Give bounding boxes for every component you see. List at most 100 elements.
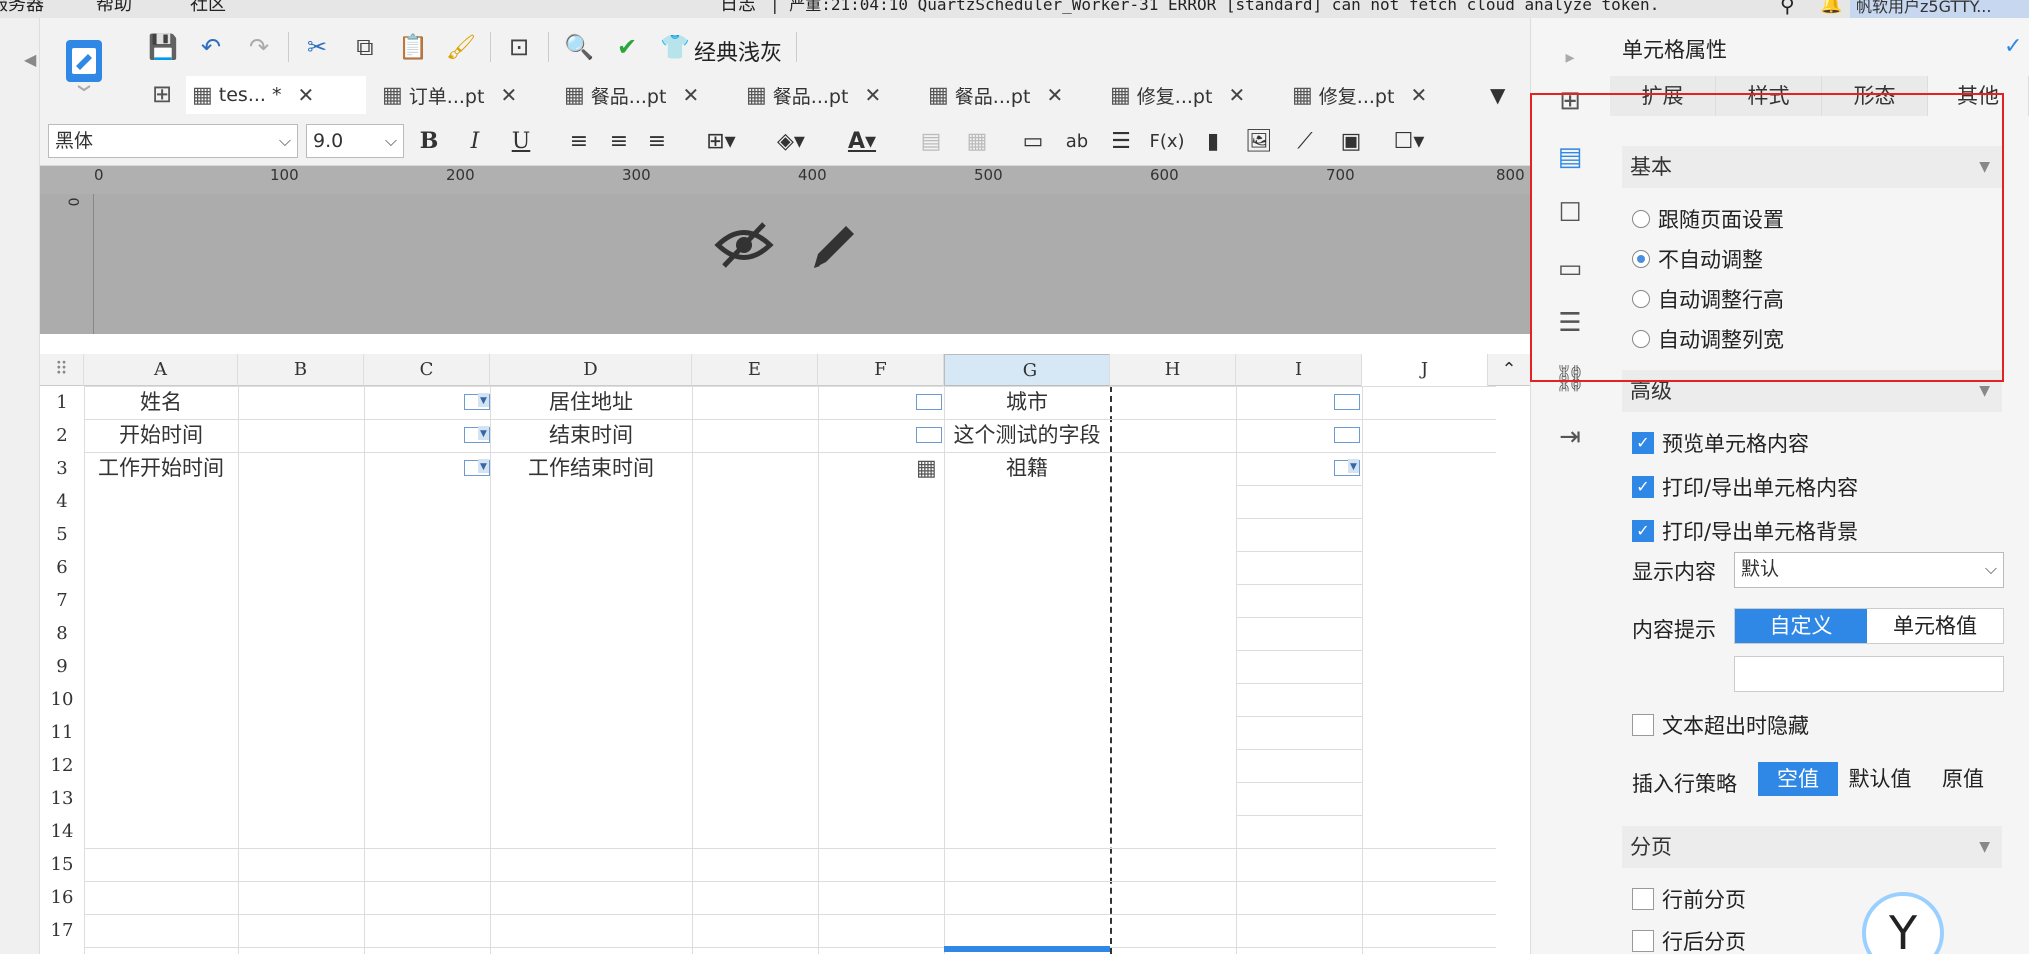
textbox-widget-icon[interactable] xyxy=(916,394,942,410)
check-page-before-row[interactable]: 行前分页 xyxy=(1632,884,1746,914)
cell-d1[interactable]: 居住地址 xyxy=(490,386,692,418)
row-header-17[interactable]: 17 xyxy=(40,914,84,947)
data-entry-icon[interactable]: ⇥ xyxy=(1553,420,1587,454)
row-header-5[interactable]: 5 xyxy=(40,518,84,551)
insert-row-toggle[interactable]: 空值 默认值 原值 xyxy=(1758,762,2004,798)
hint-custom-option[interactable]: 自定义 xyxy=(1735,609,1867,643)
hide-eye-icon[interactable] xyxy=(714,220,774,274)
tab-tes[interactable]: ▦ tes... * ✕ xyxy=(186,76,366,114)
bold-button[interactable]: B xyxy=(414,126,444,156)
scroll-up-icon[interactable]: ⌃ xyxy=(1488,354,1530,386)
insert-original-option[interactable]: 原值 xyxy=(1922,762,2004,796)
underline-button[interactable]: U xyxy=(506,126,536,156)
close-icon[interactable]: ✕ xyxy=(500,83,517,107)
menu-server[interactable]: 服务器 xyxy=(0,0,44,14)
row-header-3[interactable]: 3 xyxy=(40,452,84,485)
cell-d2[interactable]: 结束时间 xyxy=(490,419,692,451)
border-icon[interactable]: ⊞▾ xyxy=(696,126,746,156)
column-header-e[interactable]: E xyxy=(692,354,818,386)
insert-ab-icon[interactable]: ab xyxy=(1062,126,1092,156)
font-family-select[interactable]: 黑体 ⌵ xyxy=(48,124,298,158)
log-label[interactable]: 日志 xyxy=(720,0,756,14)
close-icon[interactable]: ✕ xyxy=(1046,83,1063,107)
row-header-12[interactable]: 12 xyxy=(40,749,84,782)
menu-community[interactable]: 社区 xyxy=(190,0,226,14)
cell-g2[interactable]: 这个测试的字段 xyxy=(944,419,1110,451)
tab-meal-2[interactable]: ▦ 餐品...pt ✕ xyxy=(746,76,926,114)
cell-a3[interactable]: 工作开始时间 xyxy=(84,452,238,484)
insert-default-option[interactable]: 默认值 xyxy=(1838,762,1922,796)
align-left-icon[interactable]: ≡ xyxy=(564,126,594,156)
format-painter-icon[interactable]: 🖌 xyxy=(444,30,478,64)
confirm-check-icon[interactable]: ✓ xyxy=(2004,34,2022,59)
cut-icon[interactable]: ✂ xyxy=(300,30,334,64)
tab-list-icon[interactable]: ▼ xyxy=(1490,76,1520,114)
row-header-6[interactable]: 6 xyxy=(40,551,84,584)
font-size-select[interactable]: 9.0 ⌵ xyxy=(306,124,404,158)
menu-help[interactable]: 帮助 xyxy=(96,0,132,14)
close-icon[interactable]: ✕ xyxy=(682,83,699,107)
tab-meal-1[interactable]: ▦ 餐品...pt ✕ xyxy=(564,76,744,114)
content-hint-input[interactable] xyxy=(1734,656,2004,692)
fill-color-icon[interactable]: ◈▾ xyxy=(766,126,816,156)
check-page-after-row[interactable]: 行后分页 xyxy=(1632,926,1746,954)
close-icon[interactable]: ✕ xyxy=(298,83,315,107)
dropdown-widget-icon[interactable] xyxy=(1334,459,1360,476)
dropdown-widget-icon[interactable] xyxy=(464,426,490,443)
column-header-d[interactable]: D xyxy=(490,354,692,386)
chart-icon[interactable]: ▮ xyxy=(1198,126,1228,156)
slash-icon[interactable]: ⟋ xyxy=(1290,126,1320,156)
collapse-left-icon[interactable]: ◀ xyxy=(24,50,36,69)
text-box-icon[interactable]: ⊡ xyxy=(502,30,536,64)
textbox-widget-icon[interactable] xyxy=(916,427,942,443)
column-header-f[interactable]: F xyxy=(818,354,944,386)
row-header-10[interactable]: 10 xyxy=(40,683,84,716)
user-account[interactable]: 帆软用户z5GTTY... xyxy=(1850,0,2029,18)
font-color-icon[interactable]: A▾ xyxy=(834,126,890,156)
merge-cells-icon[interactable]: ▤ xyxy=(916,126,946,156)
theme-shirt-icon[interactable]: 👕 xyxy=(658,30,692,64)
cell-a1[interactable]: 姓名 xyxy=(84,386,238,418)
close-icon[interactable]: ✕ xyxy=(864,83,881,107)
frame-icon[interactable]: ☐▾ xyxy=(1384,126,1434,156)
undo-icon[interactable]: ↶ xyxy=(194,30,228,64)
textbox-widget-icon[interactable] xyxy=(1334,394,1360,410)
cell-a2[interactable]: 开始时间 xyxy=(84,419,238,451)
row-header-15[interactable]: 15 xyxy=(40,848,84,881)
dropdown-widget-icon[interactable] xyxy=(464,459,490,476)
row-header-9[interactable]: 9 xyxy=(40,650,84,683)
app-logo-icon[interactable] xyxy=(62,36,106,92)
preview-search-icon[interactable]: 🔍 xyxy=(562,30,596,64)
row-header-11[interactable]: 11 xyxy=(40,716,84,749)
tab-order[interactable]: ▦ 订单...pt ✕ xyxy=(382,76,562,114)
select-all-icon[interactable]: ⠿ xyxy=(40,354,84,386)
row-header-14[interactable]: 14 xyxy=(40,815,84,848)
theme-label[interactable]: 经典浅灰 xyxy=(694,35,782,67)
hint-cell-value-option[interactable]: 单元格值 xyxy=(1867,609,2003,643)
dropdown-widget-icon[interactable] xyxy=(464,393,490,410)
bell-icon[interactable]: 🔔 xyxy=(1820,0,1842,14)
tab-meal-3[interactable]: ▦ 餐品...pt ✕ xyxy=(928,76,1108,114)
insert-list-icon[interactable]: ☰ xyxy=(1106,126,1136,156)
formula-icon[interactable]: F(x) xyxy=(1149,126,1184,156)
row-header-1[interactable]: 1 xyxy=(40,386,84,419)
display-content-select[interactable]: 默认 ⌵ xyxy=(1734,552,2004,588)
align-right-icon[interactable]: ≡ xyxy=(642,126,672,156)
column-header-j[interactable]: J xyxy=(1362,354,1488,386)
column-header-c[interactable]: C xyxy=(364,354,490,386)
row-header-13[interactable]: 13 xyxy=(40,782,84,815)
textbox-widget-icon[interactable] xyxy=(1334,427,1360,443)
check-preview-content[interactable]: ✓ 预览单元格内容 xyxy=(1632,428,1809,458)
save-icon[interactable]: 💾 xyxy=(146,30,180,64)
spreadsheet-cells[interactable]: 姓名 居住地址 城市开始时间 结束时间 这个测试的字段工作开始时间 工作结束时间 祖籍 ▦ xyxy=(84,386,1496,954)
sub-report-icon[interactable]: ▣ xyxy=(1336,126,1366,156)
insert-text-icon[interactable]: ▭ xyxy=(1018,126,1048,156)
column-header-h[interactable]: H xyxy=(1110,354,1236,386)
expand-panel-icon[interactable]: ▸ xyxy=(1553,40,1587,74)
close-icon[interactable]: ✕ xyxy=(1410,83,1427,107)
close-icon[interactable]: ✕ xyxy=(1228,83,1245,107)
cell-g1[interactable]: 城市 xyxy=(944,386,1110,418)
row-header-16[interactable]: 16 xyxy=(40,881,84,914)
column-header-g[interactable]: G xyxy=(944,354,1110,386)
column-header-a[interactable]: A xyxy=(84,354,238,386)
